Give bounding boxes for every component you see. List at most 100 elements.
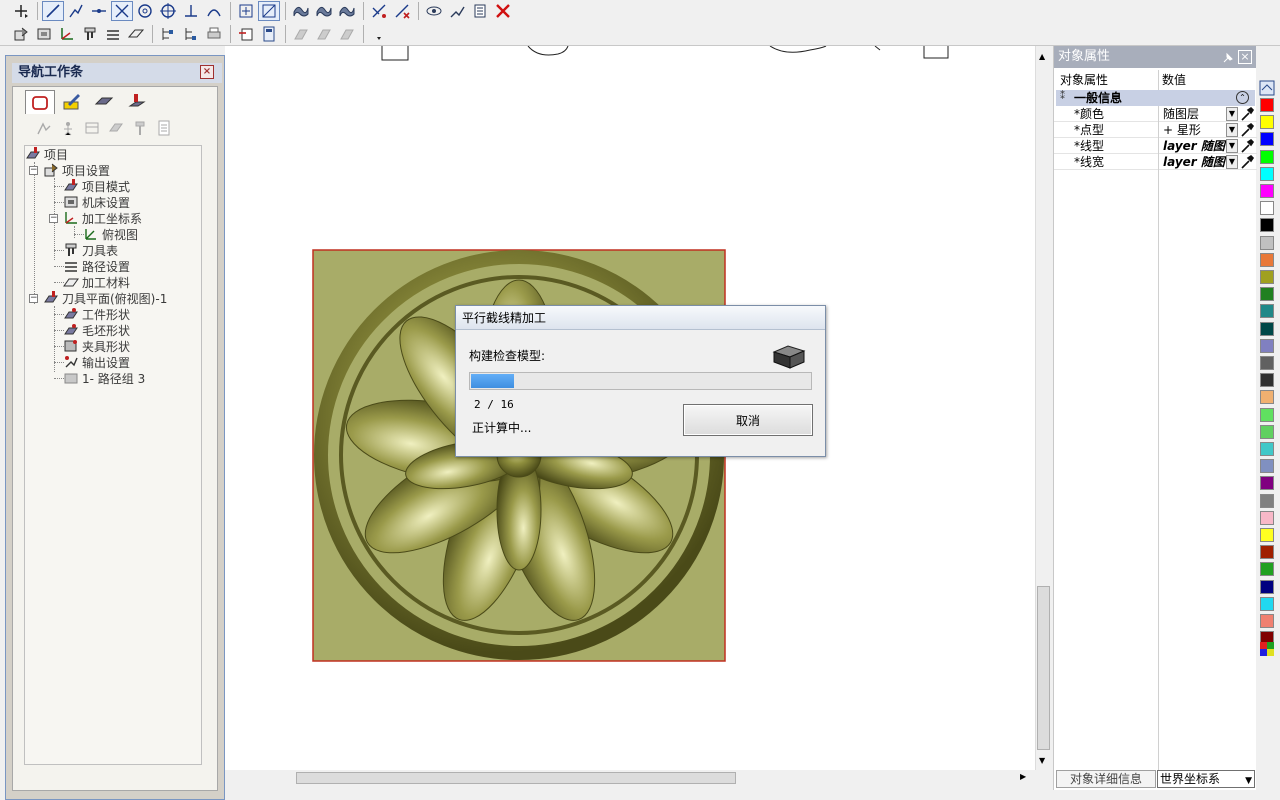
- color-swatch[interactable]: [1260, 510, 1274, 525]
- line-icon[interactable]: [42, 1, 64, 21]
- color-swatch[interactable]: [1260, 596, 1274, 611]
- tree-item-project-settings[interactable]: 项目设置: [43, 162, 110, 178]
- circle-target-icon[interactable]: [157, 1, 179, 21]
- circle-icon[interactable]: [134, 1, 156, 21]
- dropdown-arrow-icon[interactable]: ▼: [1245, 773, 1252, 789]
- color-swatch[interactable]: [1260, 304, 1274, 319]
- picker-icon[interactable]: [1240, 106, 1254, 122]
- close-icon[interactable]: ×: [200, 65, 214, 79]
- horizontal-scrollbar[interactable]: ▶: [225, 770, 1035, 786]
- close-icon[interactable]: ×: [1238, 50, 1252, 64]
- polyline-icon[interactable]: [65, 1, 87, 21]
- collapse-icon[interactable]: ⌃: [1236, 91, 1249, 104]
- more-icon[interactable]: [368, 24, 390, 44]
- color-swatch[interactable]: [1260, 442, 1274, 456]
- cross-icon[interactable]: [111, 1, 133, 21]
- tab-object-details[interactable]: 对象详细信息: [1056, 770, 1156, 788]
- list-icon[interactable]: [469, 1, 491, 21]
- picker-icon[interactable]: [1240, 154, 1254, 170]
- color-swatch[interactable]: [1260, 356, 1274, 370]
- color-swatch[interactable]: [1260, 201, 1274, 216]
- tree-item-top-view[interactable]: 俯视图: [83, 226, 138, 242]
- tee-icon[interactable]: [180, 1, 202, 21]
- vertical-scroll-thumb[interactable]: [1037, 586, 1050, 750]
- tree-item-fixture-shape[interactable]: 夹具形状: [63, 338, 130, 354]
- calc-icon[interactable]: [258, 24, 280, 44]
- point-line-icon[interactable]: [88, 1, 110, 21]
- color-swatch[interactable]: [1260, 493, 1274, 508]
- eye-icon[interactable]: [423, 1, 445, 21]
- diagonal-box-icon[interactable]: [258, 1, 280, 21]
- tree-item-path-settings[interactable]: 路径设置: [63, 258, 130, 274]
- color-swatch[interactable]: [1260, 579, 1274, 594]
- path-icon[interactable]: [102, 24, 124, 44]
- color-swatch[interactable]: [1260, 562, 1274, 577]
- color-swatch[interactable]: [1260, 149, 1274, 164]
- arc-icon[interactable]: [203, 1, 225, 21]
- color-swatch[interactable]: [1260, 321, 1274, 336]
- color-swatch[interactable]: [1260, 459, 1274, 474]
- snap-menu-icon[interactable]: [10, 1, 32, 21]
- vertical-scrollbar[interactable]: ▲ ▼: [1035, 46, 1051, 770]
- prop-row-color[interactable]: *颜色 随图层 ▼: [1054, 106, 1257, 122]
- color-swatch[interactable]: [1260, 235, 1274, 250]
- color-swatch[interactable]: [1260, 270, 1274, 284]
- surface1-icon[interactable]: [290, 1, 312, 21]
- prop-row-line-width[interactable]: *线宽 layer 随图 ▼: [1054, 154, 1257, 170]
- sub-tool-5-icon[interactable]: [131, 119, 149, 137]
- color-swatch[interactable]: [1260, 166, 1274, 181]
- color-swatch[interactable]: [1260, 528, 1274, 542]
- group-general-info[interactable]: ⁑ 一般信息 ⌃: [1056, 90, 1255, 106]
- sub-tool-4-icon[interactable]: [107, 119, 125, 137]
- tree-item-machine-settings[interactable]: 机床设置: [63, 194, 130, 210]
- tool-icon[interactable]: [79, 24, 101, 44]
- collapse-toggle[interactable]: −: [49, 214, 58, 223]
- dropdown-arrow-icon[interactable]: ▼: [1226, 123, 1238, 137]
- color-swatch[interactable]: [1260, 390, 1274, 405]
- sub-tool-6-icon[interactable]: [155, 119, 173, 137]
- trim-x-icon[interactable]: [391, 1, 413, 21]
- tree-item-blank-shape[interactable]: 毛坯形状: [63, 322, 130, 338]
- color-swatch[interactable]: [1260, 373, 1274, 388]
- color-swatch[interactable]: [1260, 98, 1274, 112]
- picker-icon[interactable]: [1240, 122, 1254, 138]
- collapse-toggle[interactable]: −: [29, 294, 38, 303]
- export-icon[interactable]: [235, 24, 257, 44]
- prop-value[interactable]: + 星形: [1158, 122, 1226, 138]
- prop-value[interactable]: layer 随图: [1158, 138, 1226, 154]
- pin-icon[interactable]: [1222, 50, 1234, 63]
- tree-item-project-mode[interactable]: 项目模式: [63, 178, 130, 194]
- tree-item-project[interactable]: 项目: [25, 146, 68, 162]
- tab-machining[interactable]: [121, 90, 151, 114]
- color-swatch[interactable]: [1260, 545, 1274, 560]
- collapse-toggle[interactable]: −: [29, 166, 38, 175]
- color-swatch[interactable]: [1260, 132, 1274, 147]
- delete-icon[interactable]: [492, 1, 514, 21]
- project-icon[interactable]: [10, 24, 32, 44]
- color-swatch[interactable]: [1260, 424, 1274, 439]
- sub-tool-3-icon[interactable]: [83, 119, 101, 137]
- tab-geometry[interactable]: [25, 90, 55, 114]
- sub-tool-1-icon[interactable]: [35, 119, 53, 137]
- color-swatch[interactable]: [1260, 252, 1274, 267]
- coordinate-system-select[interactable]: 世界坐标系 ▼: [1157, 770, 1255, 788]
- tree-item-material[interactable]: 加工材料: [63, 274, 130, 290]
- color-swatch[interactable]: [1260, 184, 1274, 198]
- horizontal-scroll-thumb[interactable]: [296, 772, 736, 784]
- print-icon[interactable]: [203, 24, 225, 44]
- machine-icon[interactable]: [33, 24, 55, 44]
- surface3-icon[interactable]: [336, 1, 358, 21]
- trim-icon[interactable]: [368, 1, 390, 21]
- material-icon[interactable]: [125, 24, 147, 44]
- prop-row-point-type[interactable]: *点型 + 星形 ▼: [1054, 122, 1257, 138]
- layers-icon[interactable]: [1259, 80, 1275, 96]
- tree-item-workpiece-shape[interactable]: 工件形状: [63, 306, 130, 322]
- tree-icon[interactable]: [157, 24, 179, 44]
- tree-item-output-settings[interactable]: 输出设置: [63, 354, 130, 370]
- group-expand-icon[interactable]: ⁑: [1060, 91, 1065, 102]
- prop-value[interactable]: 随图层: [1158, 106, 1226, 122]
- dropdown-arrow-icon[interactable]: ▼: [1226, 155, 1238, 169]
- sub-tool-2-icon[interactable]: [59, 119, 77, 137]
- axis-icon[interactable]: [56, 24, 78, 44]
- color-swatch[interactable]: [1260, 407, 1274, 422]
